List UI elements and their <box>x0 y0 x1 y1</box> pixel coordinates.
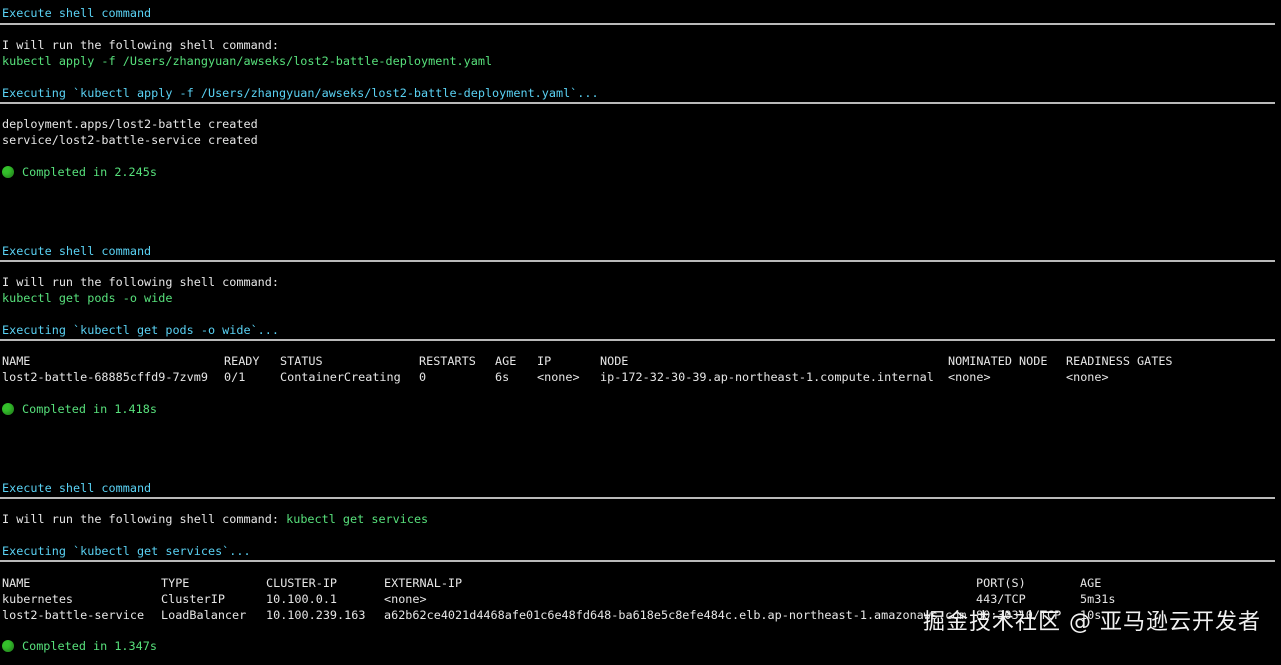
table-cell: a62b62ce4021d4468afe01c6e48fd648-ba618e5… <box>384 608 967 622</box>
table-header: EXTERNAL-IP <box>384 576 463 590</box>
table-header: READY <box>224 354 260 368</box>
table-cell: 10.100.239.163 <box>266 608 366 622</box>
table-cell: <none> <box>384 592 427 606</box>
intro-text: I will run the following shell command: <box>2 512 279 526</box>
table-cell: <none> <box>948 370 991 384</box>
output-line: deployment.apps/lost2-battle created <box>2 117 258 131</box>
table-header: NODE <box>600 354 629 368</box>
output-line: service/lost2-battle-service created <box>2 133 258 147</box>
table-cell: lost2-battle-68885cffd9-7zvm9 <box>2 370 208 384</box>
table-header: STATUS <box>280 354 323 368</box>
table-header: IP <box>537 354 552 368</box>
intro-text: I will run the following shell command: <box>2 275 279 289</box>
divider <box>0 260 1275 262</box>
shell-command: kubectl get services <box>286 512 429 526</box>
table-cell: <none> <box>1066 370 1109 384</box>
divider <box>0 497 1275 499</box>
intro-line: I will run the following shell command: … <box>2 512 428 528</box>
section-header: Execute shell command <box>2 481 152 495</box>
divider <box>0 339 1275 341</box>
table-header: NOMINATED NODE <box>948 354 1048 368</box>
green-circle-icon <box>2 640 14 652</box>
table-header: READINESS GATES <box>1066 354 1173 368</box>
table-header: NAME <box>2 576 31 590</box>
table-header: NAME <box>2 354 31 368</box>
table-cell: ContainerCreating <box>280 370 401 384</box>
completed-text: Completed in 1.418s <box>22 402 157 416</box>
table-cell: ip-172-32-30-39.ap-northeast-1.compute.i… <box>600 370 934 384</box>
watermark: 掘金技术社区 @ 亚马逊云开发者 <box>923 610 1261 635</box>
table-header: CLUSTER-IP <box>266 576 338 590</box>
section-header: Execute shell command <box>2 244 152 258</box>
table-cell: ClusterIP <box>161 592 225 606</box>
table-cell: 443/TCP <box>976 592 1026 606</box>
table-cell: LoadBalancer <box>161 608 247 622</box>
green-circle-icon <box>2 403 14 415</box>
completed-status: Completed in 1.418s <box>2 402 157 418</box>
table-cell: lost2-battle-service <box>2 608 145 622</box>
table-cell: 5m31s <box>1080 592 1116 606</box>
table-header: RESTARTS <box>419 354 476 368</box>
section-header: Execute shell command <box>2 6 152 20</box>
divider <box>0 102 1275 104</box>
table-header: AGE <box>495 354 517 368</box>
shell-command: kubectl apply -f /Users/zhangyuan/awseks… <box>2 54 493 68</box>
table-cell: 10.100.0.1 <box>266 592 338 606</box>
completed-status: Completed in 1.347s <box>2 639 157 655</box>
divider <box>0 23 1275 25</box>
table-header: PORT(S) <box>976 576 1026 590</box>
table-cell: kubernetes <box>2 592 74 606</box>
completed-text: Completed in 1.347s <box>22 639 157 653</box>
green-circle-icon <box>2 166 14 178</box>
executing-text: Executing `kubectl get services`... <box>2 544 251 558</box>
table-header: AGE <box>1080 576 1102 590</box>
divider <box>0 560 1275 562</box>
executing-text: Executing `kubectl apply -f /Users/zhang… <box>2 86 599 100</box>
table-header: TYPE <box>161 576 190 590</box>
shell-command: kubectl get pods -o wide <box>2 291 173 305</box>
intro-text: I will run the following shell command: <box>2 38 279 52</box>
completed-text: Completed in 2.245s <box>22 165 157 179</box>
completed-status: Completed in 2.245s <box>2 165 157 181</box>
executing-text: Executing `kubectl get pods -o wide`... <box>2 323 279 337</box>
table-cell: <none> <box>537 370 580 384</box>
table-cell: 0 <box>419 370 427 384</box>
table-cell: 0/1 <box>224 370 246 384</box>
table-cell: 6s <box>495 370 510 384</box>
